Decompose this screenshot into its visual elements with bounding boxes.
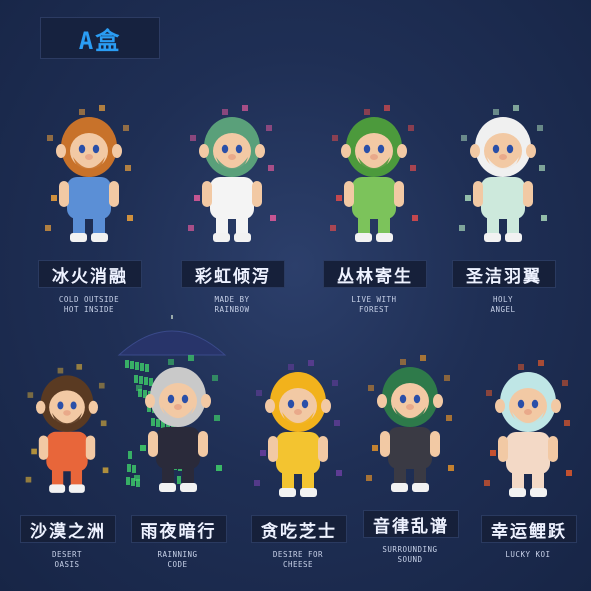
figure-name-cn: 圣洁羽翼	[466, 266, 542, 287]
figure-name-cn: 丛林寄生	[337, 266, 413, 287]
figure-subtitle-line: CHEESE	[282, 560, 314, 569]
figure-name-label: 彩虹倾泻	[181, 260, 285, 288]
figure-subtitle-line: DESIRE FOR	[272, 550, 324, 559]
figure-subtitle-line: HOLY	[492, 295, 514, 304]
figure-name-label: 冰火消融	[38, 260, 142, 288]
figure-subtitle-line: ANGEL	[490, 305, 516, 314]
figure-subtitle: RAINNING CODE	[125, 550, 230, 570]
figure-subtitle: HOLY ANGEL	[449, 295, 557, 315]
figure-card: 音律乱谱 SURROUNDING SOUND	[360, 345, 460, 575]
figure-illustration	[484, 360, 572, 497]
figure-subtitle-line: MADE BY	[214, 295, 250, 304]
figure-card: 冰火消融 COLD OUTSIDE HOT INSIDE	[35, 95, 143, 325]
figure-name-cn: 彩虹倾泻	[195, 266, 271, 287]
figure-subtitle: DESIRE FOR CHEESE	[248, 550, 348, 570]
figure-art	[125, 345, 230, 500]
figure-name-label: 丛林寄生	[323, 260, 427, 288]
figure-name-cn: 贪吃芝士	[261, 521, 337, 542]
figure-name-cn: 冰火消融	[52, 266, 128, 287]
figure-art	[20, 350, 114, 505]
figure-name-cn: 沙漠之洲	[30, 521, 106, 542]
figure-subtitle-line: RAINNING	[157, 550, 198, 559]
figure-illustration	[25, 364, 109, 493]
figure-subtitle-line: DESERT	[51, 550, 83, 559]
figure-illustration	[188, 105, 276, 242]
figure-name-label: 贪吃芝士	[251, 515, 347, 543]
figure-card: 丛林寄生 LIVE WITH FOREST	[320, 95, 428, 325]
figure-subtitle-line: CODE	[167, 560, 188, 569]
figure-card: 沙漠之洲 DESERT OASIS	[20, 350, 116, 580]
figure-art	[320, 95, 428, 250]
figure-name-label: 雨夜暗行	[130, 515, 227, 543]
figure-card: 雨夜暗行 RAINNING CODE	[117, 315, 230, 569]
figure-name-cn: 幸运鲤跃	[491, 521, 567, 542]
figure-name-label: 音律乱谱	[363, 510, 459, 538]
figure-subtitle-line: LIVE WITH	[351, 295, 397, 304]
figure-illustration	[330, 105, 418, 242]
box-badge: A盒	[40, 17, 160, 59]
figure-art	[449, 95, 557, 250]
figure-subtitle-line: HOT INSIDE	[63, 305, 115, 314]
figure-art	[248, 350, 348, 505]
figure-art	[35, 95, 143, 250]
figure-subtitle-line: LUCKY KOI	[505, 550, 551, 559]
figure-name-cn: 音律乱谱	[373, 516, 449, 537]
figure-name-label: 沙漠之洲	[20, 515, 116, 543]
figure-subtitle: LUCKY KOI	[478, 550, 578, 560]
figure-subtitle-line: COLD OUTSIDE	[58, 295, 120, 304]
figure-card: 圣洁羽翼 HOLY ANGEL	[449, 95, 557, 325]
figure-art	[478, 350, 578, 505]
figure-card: 贪吃芝士 DESIRE FOR CHEESE	[248, 350, 348, 580]
figure-subtitle-line: OASIS	[54, 560, 80, 569]
figure-subtitle-line: SOUND	[397, 555, 423, 564]
figure-subtitle: MADE BY RAINBOW	[178, 295, 286, 315]
figure-subtitle-line: SURROUNDING	[382, 545, 438, 554]
figure-illustration	[366, 355, 454, 492]
figure-illustration	[133, 355, 222, 492]
figure-name-cn: 雨夜暗行	[140, 521, 217, 542]
figure-subtitle: LIVE WITH FOREST	[320, 295, 428, 315]
figure-subtitle: SURROUNDING SOUND	[360, 545, 460, 565]
figure-illustration	[459, 105, 547, 242]
figure-card: 彩虹倾泻 MADE BY RAINBOW	[178, 95, 286, 325]
figure-art	[360, 345, 460, 500]
figure-illustration	[45, 105, 133, 242]
figure-card: 幸运鲤跃 LUCKY KOI	[478, 350, 578, 580]
figure-name-label: 幸运鲤跃	[481, 515, 577, 543]
figure-subtitle-line: FOREST	[358, 305, 390, 314]
figure-subtitle: DESERT OASIS	[20, 550, 114, 570]
figure-art	[178, 95, 286, 250]
figure-subtitle-line: RAINBOW	[214, 305, 250, 314]
box-badge-label: A盒	[78, 26, 122, 55]
figure-name-label: 圣洁羽翼	[452, 260, 556, 288]
figure-subtitle: COLD OUTSIDE HOT INSIDE	[35, 295, 143, 315]
figure-illustration	[254, 360, 342, 497]
